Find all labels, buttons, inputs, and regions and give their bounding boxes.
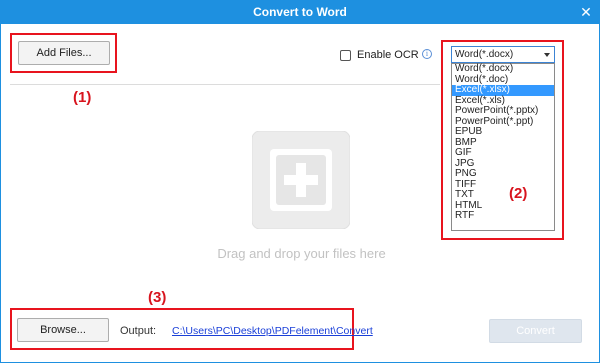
title-bar: Convert to Word ✕: [0, 0, 600, 24]
browse-button[interactable]: Browse...: [17, 318, 109, 342]
annotation-label-1: (1): [73, 89, 92, 106]
chevron-down-icon: [544, 53, 550, 57]
window-title: Convert to Word: [253, 5, 347, 19]
format-option-pptx[interactable]: PowerPoint(*.pptx): [452, 105, 554, 117]
close-icon[interactable]: ✕: [578, 4, 594, 20]
output-format-select[interactable]: Word(*.docx): [451, 46, 555, 63]
format-option-docx[interactable]: Word(*.docx): [452, 63, 554, 75]
format-option-png[interactable]: PNG: [452, 168, 554, 180]
format-option-rtf[interactable]: RTF: [452, 210, 554, 222]
format-option-xlsx[interactable]: Excel(*.xlsx): [452, 84, 554, 96]
add-file-plus-icon[interactable]: [252, 131, 350, 229]
format-option-txt[interactable]: TXT: [452, 189, 554, 201]
output-format-dropdown: Word(*.docx) Word(*.doc) Excel(*.xlsx) E…: [451, 63, 555, 231]
enable-ocr-toggle[interactable]: Enable OCR: [340, 48, 419, 62]
enable-ocr-label: Enable OCR: [357, 49, 419, 61]
output-label: Output:: [120, 325, 157, 337]
annotation-label-3: (3): [148, 289, 167, 306]
drop-zone-text: Drag and drop your files here: [217, 246, 386, 261]
format-option-gif[interactable]: GIF: [452, 147, 554, 159]
enable-ocr-checkbox[interactable]: [340, 49, 351, 61]
output-format-value: Word(*.docx): [455, 49, 514, 60]
output-path-link[interactable]: C:\Users\PC\Desktop\PDFelement\Convert: [172, 325, 373, 337]
format-option-epub[interactable]: EPUB: [452, 126, 554, 138]
add-files-button[interactable]: Add Files...: [18, 41, 110, 65]
convert-button[interactable]: Convert: [489, 319, 582, 343]
info-icon[interactable]: i: [422, 49, 432, 59]
annotation-label-2: (2): [509, 185, 528, 202]
drop-zone-divider: [10, 84, 440, 85]
